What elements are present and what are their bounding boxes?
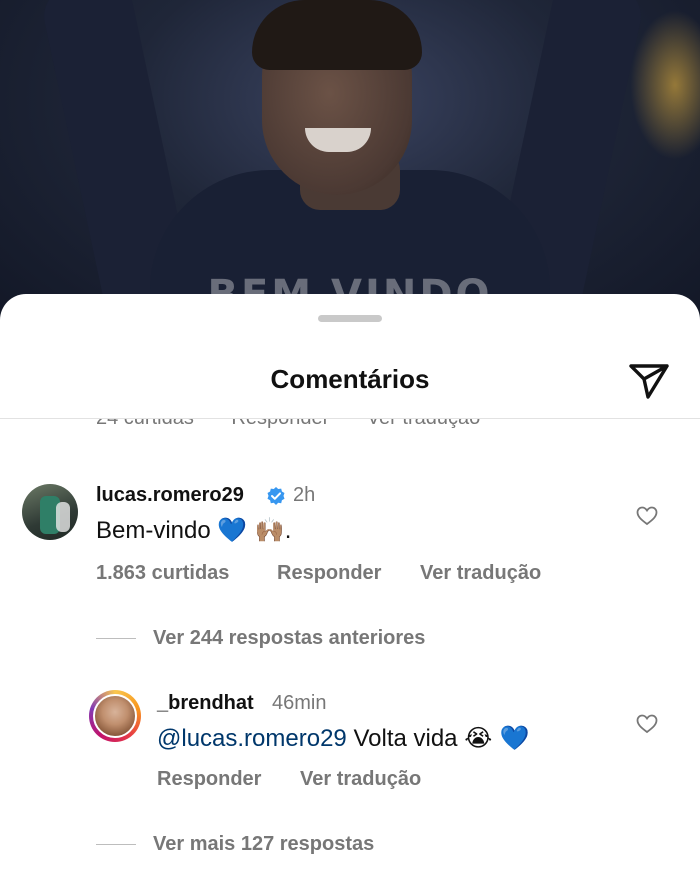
reply-mention[interactable]: @lucas.romero29 xyxy=(157,725,347,752)
verified-badge-icon xyxy=(267,487,285,505)
comment-username[interactable]: lucas.romero29 xyxy=(96,484,244,507)
sheet-grabber[interactable] xyxy=(318,315,382,322)
post-background-image: BEM VINDO xyxy=(0,0,700,330)
reply-like-heart-icon[interactable] xyxy=(636,714,658,734)
comment-emojis: 💙 🙌🏽 xyxy=(217,516,285,544)
reply-reply-button[interactable]: Responder xyxy=(157,768,261,791)
previous-translate-button[interactable]: Ver tradução xyxy=(367,419,480,429)
reply-text: @lucas.romero29 Volta vida 😭 💙 xyxy=(157,724,530,753)
comment-text: Bem-vindo 💙 🙌🏽. xyxy=(96,516,291,545)
comment-likes[interactable]: 1.863 curtidas xyxy=(96,562,229,585)
comment-text-content: Bem-vindo xyxy=(96,517,211,544)
comment-trailing: . xyxy=(284,517,292,544)
view-more-replies-button[interactable]: Ver mais 127 respostas xyxy=(153,833,374,856)
send-icon[interactable] xyxy=(628,362,670,400)
reply-text-content: Volta vida xyxy=(353,725,458,752)
comment-reply-button[interactable]: Responder xyxy=(277,562,381,585)
replies-line xyxy=(96,638,136,639)
like-heart-icon[interactable] xyxy=(636,506,658,526)
reply-emojis: 😭 💙 xyxy=(464,724,530,752)
reply-avatar[interactable] xyxy=(93,694,137,738)
comment-time: 2h xyxy=(293,484,316,506)
comment-translate-button[interactable]: Ver tradução xyxy=(420,562,541,585)
reply-username[interactable]: _brendhat xyxy=(157,692,254,715)
light-glow xyxy=(630,10,700,160)
avatar[interactable] xyxy=(22,484,78,540)
hair xyxy=(252,0,422,70)
previous-comment-meta: 24 curtidas Responder Ver tradução xyxy=(0,419,700,429)
comments-sheet: Comentários 24 curtidas Responder Ver tr… xyxy=(0,294,700,871)
more-replies-line xyxy=(96,844,136,845)
reply-translate-button[interactable]: Ver tradução xyxy=(300,768,421,791)
sheet-title: Comentários xyxy=(270,364,430,394)
reply-time: 46min xyxy=(272,692,327,714)
avatar-figure-2 xyxy=(56,502,70,532)
previous-reply-button[interactable]: Responder xyxy=(231,419,329,429)
previous-likes[interactable]: 24 curtidas xyxy=(96,419,194,429)
view-previous-replies-button[interactable]: Ver 244 respostas anteriores xyxy=(153,627,425,650)
